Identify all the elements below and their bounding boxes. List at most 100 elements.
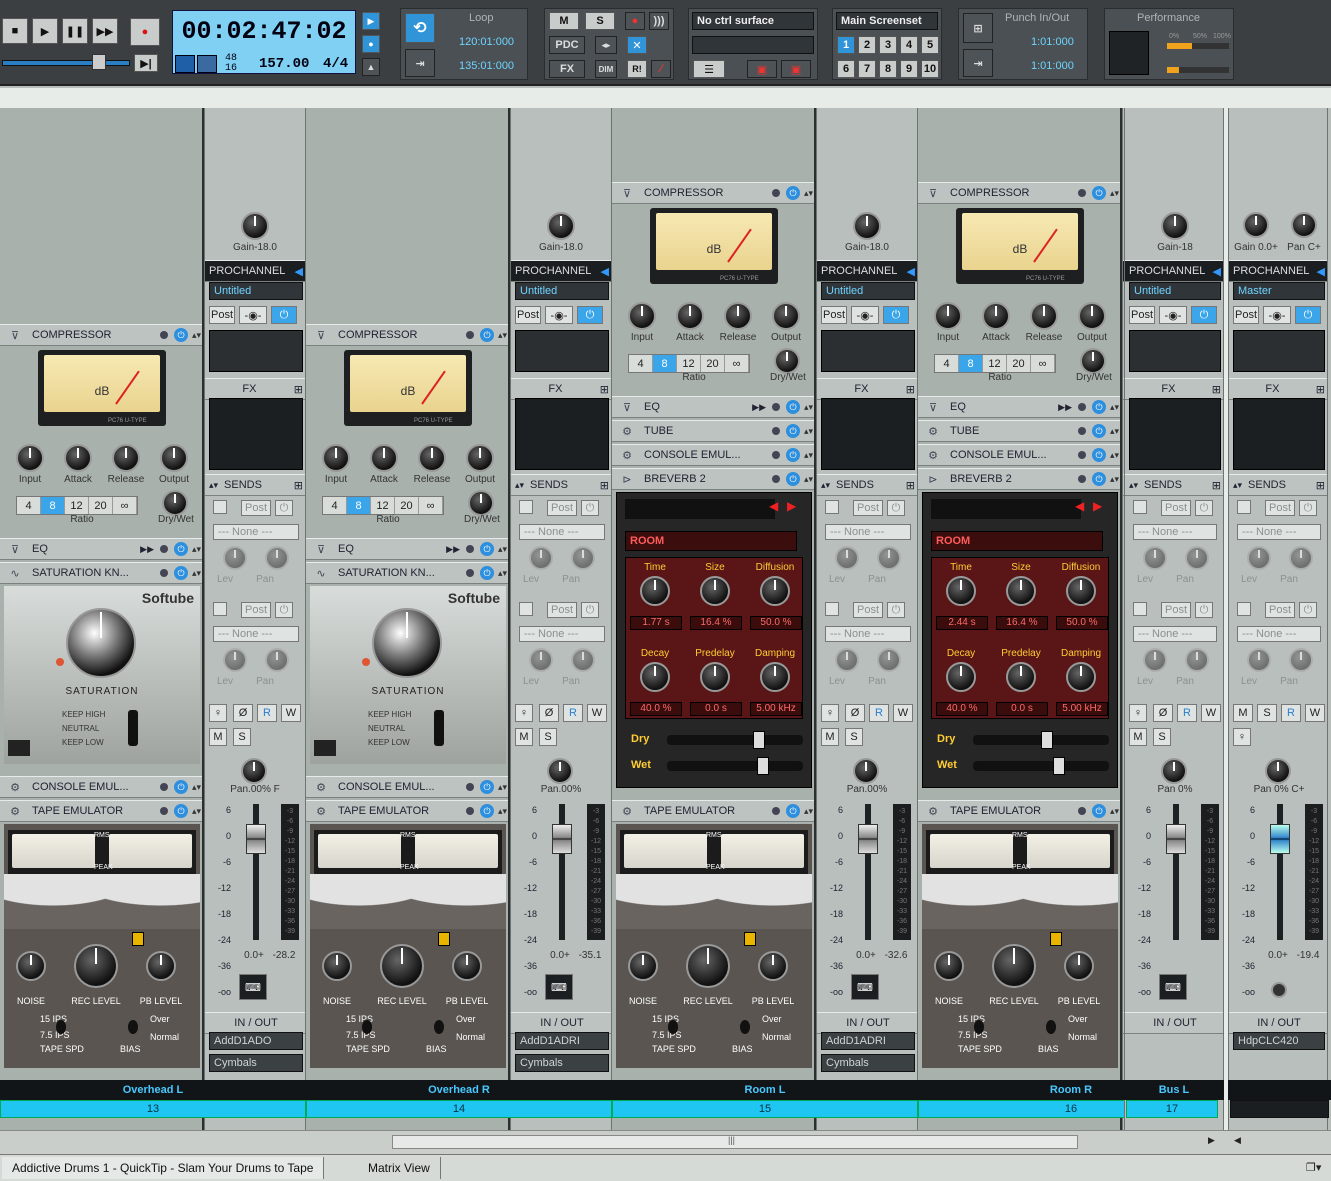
bus17-pan-knob[interactable] bbox=[1161, 758, 1187, 784]
ch15-prochannel-toggle-icon[interactable]: ◀ bbox=[907, 265, 915, 278]
ch16-tape-rec_level-knob[interactable] bbox=[992, 944, 1036, 988]
master-prochannel-toggle-icon[interactable]: ◀ bbox=[1317, 265, 1325, 278]
automation-icon[interactable]: ✕ bbox=[627, 36, 647, 54]
ch13-console-power-icon[interactable]: ⏻ bbox=[174, 780, 188, 794]
ch16-next-preset-icon[interactable]: ▶ bbox=[1093, 499, 1105, 519]
ch14-tape-pb_level-knob[interactable] bbox=[452, 951, 482, 981]
ch15-solo-button[interactable]: S bbox=[845, 728, 863, 746]
master-link-icon[interactable]: -◉- bbox=[1263, 306, 1291, 324]
ch14-send0-level-knob[interactable] bbox=[529, 546, 553, 570]
ch15-verb-size-knob[interactable] bbox=[700, 576, 730, 606]
ch15-power-icon[interactable]: ⏻ bbox=[883, 306, 909, 324]
ch16-tube-power-icon[interactable]: ⏻ bbox=[1092, 424, 1106, 438]
ch15-verb-damping-value[interactable]: 5.00 kHz bbox=[750, 702, 802, 716]
master-send1-power-icon[interactable]: ⏻ bbox=[1299, 602, 1317, 618]
ch15-tape-lock-icon[interactable] bbox=[744, 932, 756, 946]
master-read-button[interactable]: R bbox=[1281, 704, 1301, 722]
ch15-send0-post[interactable]: Post bbox=[853, 500, 883, 516]
ch14-phase-button[interactable]: Ø bbox=[539, 704, 559, 722]
fast-forward-button[interactable]: ▶▶ bbox=[92, 18, 118, 44]
ch16-eq-move-icon[interactable]: ▴▾ bbox=[1110, 402, 1120, 413]
end-button[interactable]: ▶| bbox=[134, 54, 158, 72]
ch13-saturation-knob[interactable] bbox=[66, 608, 136, 678]
ch15-ratio-2-button[interactable]: 12 bbox=[677, 355, 701, 372]
ch16-comp-attack-knob[interactable] bbox=[982, 302, 1010, 330]
ctrl-surface-select[interactable]: No ctrl surface bbox=[692, 12, 814, 30]
ch15-tape-move-icon[interactable]: ▴▾ bbox=[804, 806, 814, 817]
ch16-tape-noise-knob[interactable] bbox=[934, 951, 964, 981]
ch14-input-select[interactable]: AddD1ADRI bbox=[515, 1032, 609, 1050]
ch13-eq-header[interactable]: ⊽ EQ ▶▶ ⏻ ▴▾ bbox=[0, 538, 202, 560]
time-display[interactable]: 00:02:47:02 48 16 157.00 4/4 bbox=[172, 10, 356, 74]
ch16-tape-lock-icon[interactable] bbox=[1050, 932, 1062, 946]
ch15-room-select[interactable]: ROOM bbox=[625, 531, 797, 551]
ch16-ratio-0-button[interactable]: 4 bbox=[935, 355, 959, 372]
ch15-preset-bar[interactable] bbox=[625, 499, 775, 519]
bus17-sends-add-icon[interactable]: ⊞ bbox=[1212, 479, 1221, 492]
ch14-pan-knob[interactable] bbox=[547, 758, 573, 784]
ch15-prochannel-header[interactable]: PROCHANNEL ◀ bbox=[817, 260, 917, 282]
ctrl-surface-field[interactable] bbox=[692, 36, 814, 54]
ch14-comp-attack-knob[interactable] bbox=[370, 444, 398, 472]
bus17-fx-add-icon[interactable]: ⊞ bbox=[1212, 383, 1221, 396]
record-global-icon[interactable]: ● bbox=[625, 12, 645, 30]
ch16-compressor-bypass-dot[interactable] bbox=[1078, 189, 1086, 197]
bus17-mute-button[interactable]: M bbox=[1129, 728, 1147, 746]
ch16-verb-time-value[interactable]: 2.44 s bbox=[936, 616, 988, 630]
master-mute-button[interactable]: M bbox=[1233, 704, 1253, 722]
lock-icon[interactable]: ▣ bbox=[747, 60, 777, 78]
ch15-eq-move-icon[interactable]: ▴▾ bbox=[804, 402, 814, 413]
bus17-phase-button[interactable]: Ø bbox=[1153, 704, 1173, 722]
ch14-eq-header[interactable]: ⊽ EQ ▶▶ ⏻ ▴▾ bbox=[306, 538, 508, 560]
master-send0-level-knob[interactable] bbox=[1247, 546, 1271, 570]
ch15-send1-power-icon[interactable]: ⏻ bbox=[887, 602, 905, 618]
ch15-wet-slider-thumb[interactable] bbox=[757, 757, 769, 775]
ch16-eq-expand-icon[interactable]: ▶▶ bbox=[1058, 402, 1072, 413]
ch14-send1-pan-knob[interactable] bbox=[571, 648, 595, 672]
ch13-sends-collapse-icon[interactable]: ▴▾ bbox=[209, 480, 218, 491]
metronome-icon[interactable] bbox=[175, 55, 195, 73]
ch15-eq-header[interactable]: ⊽ EQ ▶▶ ⏻ ▴▾ bbox=[612, 396, 814, 418]
ch16-tape-pb_level-knob[interactable] bbox=[1064, 951, 1094, 981]
ch16-comp-drywet-knob[interactable] bbox=[1080, 348, 1106, 374]
ch15-send1-post[interactable]: Post bbox=[853, 602, 883, 618]
ch13-send0-destination[interactable]: --- None --- bbox=[213, 524, 299, 540]
ch13-console-move-icon[interactable]: ▴▾ bbox=[192, 782, 202, 793]
ch15-send1-enable[interactable] bbox=[825, 602, 839, 616]
ch13-saturation-header[interactable]: ∿ SATURATION KN... ⏻ ▴▾ bbox=[0, 562, 202, 584]
loop-start[interactable]: 120:01:000 bbox=[459, 36, 514, 48]
ch16-tube-header[interactable]: ⚙ TUBE ⏻ ▴▾ bbox=[918, 420, 1120, 442]
ch15-tape-power-icon[interactable]: ⏻ bbox=[786, 804, 800, 818]
ch13-console-bypass-dot[interactable] bbox=[160, 783, 168, 791]
ch16-verb-decay-knob[interactable] bbox=[946, 662, 976, 692]
mute-global-button[interactable]: M bbox=[549, 12, 579, 30]
ch15-send0-destination[interactable]: --- None --- bbox=[825, 524, 911, 540]
ch13-power-icon[interactable]: ⏻ bbox=[271, 306, 297, 324]
ch16-breverb-move-icon[interactable]: ▴▾ bbox=[1110, 474, 1120, 485]
meter-readout[interactable]: 4/4 bbox=[323, 56, 348, 72]
ch14-mute-button[interactable]: M bbox=[515, 728, 533, 746]
ch14-send1-destination[interactable]: --- None --- bbox=[519, 626, 605, 642]
ch14-tape-speed-switch[interactable] bbox=[362, 1020, 372, 1034]
ch16-breverb-bypass-dot[interactable] bbox=[1078, 475, 1086, 483]
ch14-send0-enable[interactable] bbox=[519, 500, 533, 514]
ch14-volume-fader-cap[interactable] bbox=[552, 824, 572, 854]
ch15-eq-expand-icon[interactable]: ▶▶ bbox=[752, 402, 766, 413]
screenset-button-5[interactable]: 5 bbox=[921, 36, 939, 54]
ch14-send1-level-knob[interactable] bbox=[529, 648, 553, 672]
ch13-console-header[interactable]: ⚙ CONSOLE EMUL... ⏻ ▴▾ bbox=[0, 776, 202, 798]
ch13-sends-add-icon[interactable]: ⊞ bbox=[294, 479, 303, 492]
ch13-fx-bin[interactable] bbox=[209, 398, 303, 470]
ch14-comp-output-knob[interactable] bbox=[466, 444, 494, 472]
metronome-count-icon[interactable]: ▲ bbox=[362, 58, 380, 76]
ch16-tape-power-icon[interactable]: ⏻ bbox=[1092, 804, 1106, 818]
ch16-breverb-power-icon[interactable]: ⏻ bbox=[1092, 472, 1106, 486]
ch13-saturation-move-icon[interactable]: ▴▾ bbox=[192, 568, 202, 579]
ch14-power-icon[interactable]: ⏻ bbox=[577, 306, 603, 324]
ch16-comp-release-knob[interactable] bbox=[1030, 302, 1058, 330]
screenset-button-1[interactable]: 1 bbox=[837, 36, 855, 54]
ch13-bias-switch[interactable] bbox=[128, 1020, 138, 1034]
ch15-prev-preset-icon[interactable]: ◀ bbox=[769, 499, 781, 519]
ch15-fx-bin[interactable] bbox=[821, 398, 915, 470]
ch14-saturation-power-icon[interactable]: ⏻ bbox=[480, 566, 494, 580]
